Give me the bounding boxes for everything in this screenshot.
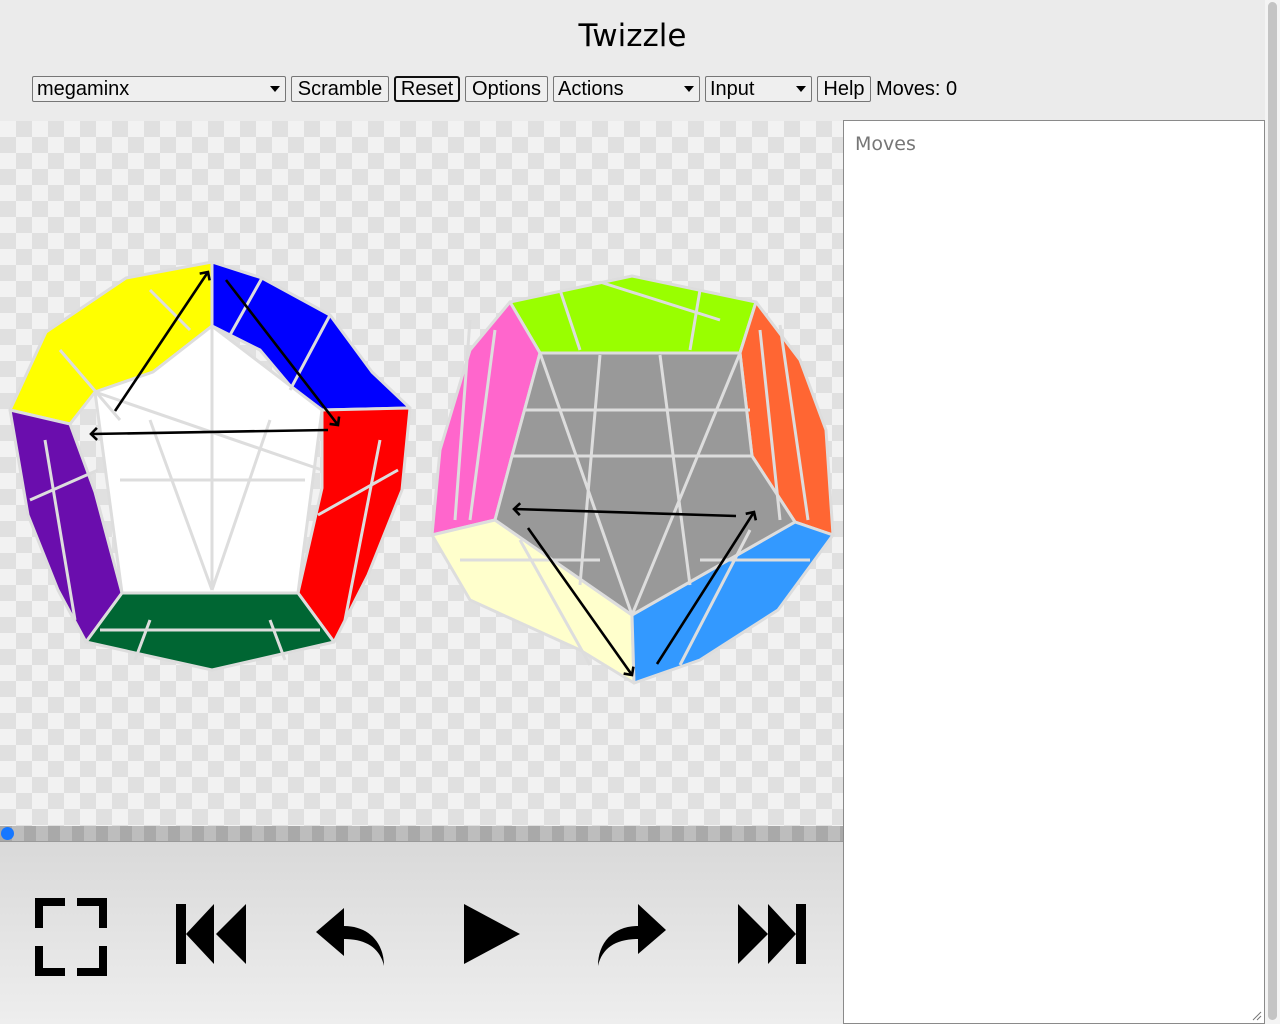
moves-textarea[interactable]: Moves [843,120,1265,1024]
puzzle-select[interactable]: megaminx [32,76,286,102]
input-select-value: Input [710,78,755,100]
puzzle-viewer[interactable] [0,121,843,826]
front-view-puzzle[interactable] [8,260,412,672]
puzzle-select-value: megaminx [37,78,130,100]
actions-select-value: Actions [558,78,624,100]
scrubber-thumb[interactable] [1,827,14,840]
play-button[interactable] [446,892,536,982]
back-view-puzzle[interactable] [430,274,835,685]
help-button[interactable]: Help [817,76,871,102]
options-button[interactable]: Options [465,76,548,102]
chevron-down-icon [796,86,806,92]
step-forward-button[interactable] [586,892,676,982]
skip-to-end-button[interactable] [726,892,816,982]
timeline-scrubber[interactable] [0,826,843,842]
skip-to-end-icon [738,904,806,964]
input-select[interactable]: Input [705,76,812,102]
redo-arrow-icon [598,904,666,966]
megaminx-views[interactable] [0,121,843,826]
fullscreen-icon [35,898,107,976]
skip-to-start-button[interactable] [166,892,256,982]
skip-to-start-icon [176,904,246,964]
resize-grip-icon[interactable] [1252,1011,1262,1021]
play-icon [464,904,520,964]
scramble-button[interactable]: Scramble [291,76,389,102]
reset-button[interactable]: Reset [394,76,460,102]
undo-arrow-icon [316,908,384,966]
scrollbar-thumb[interactable] [1268,2,1277,1020]
chevron-down-icon [270,86,280,92]
app-title: Twizzle [578,18,687,54]
step-backward-button[interactable] [306,892,396,982]
playback-controls [0,842,843,1024]
chevron-down-icon [684,86,694,92]
actions-select[interactable]: Actions [553,76,700,102]
moves-placeholder: Moves [855,133,916,155]
fullscreen-button[interactable] [26,892,116,982]
moves-counter: Moves: 0 [876,78,958,100]
lime-face [508,274,758,357]
page-scrollbar[interactable] [1265,0,1280,1024]
